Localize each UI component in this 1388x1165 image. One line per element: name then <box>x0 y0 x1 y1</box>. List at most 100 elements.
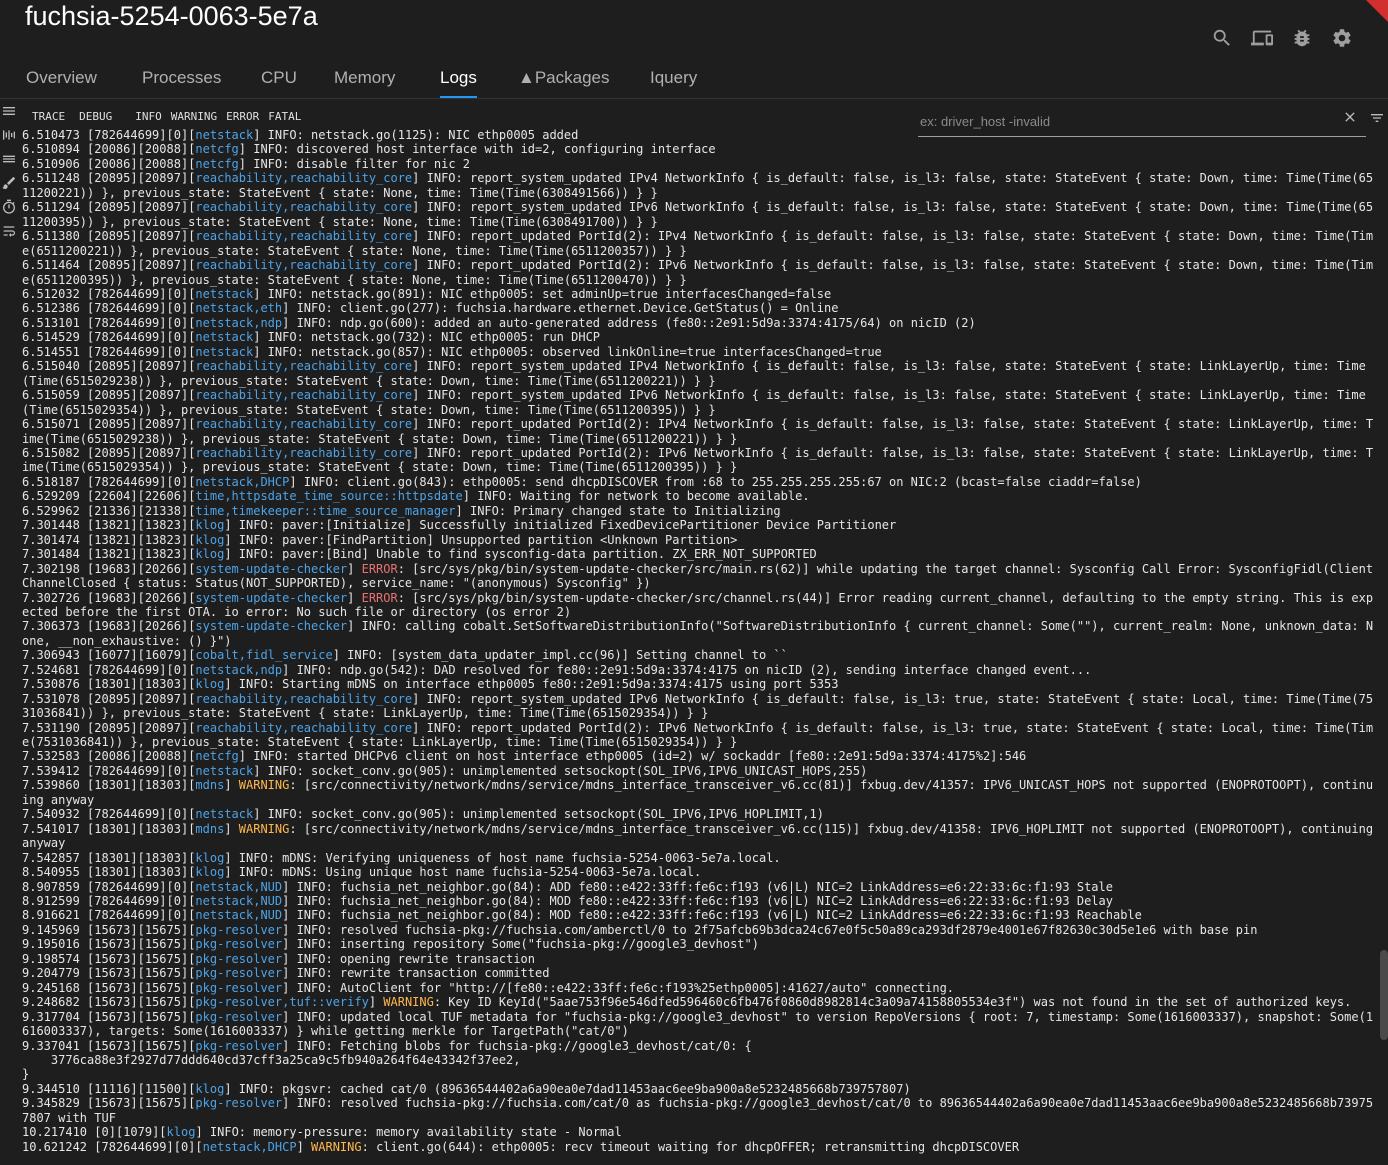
devices-icon[interactable] <box>1250 26 1274 50</box>
tab-overview[interactable]: Overview <box>26 60 97 98</box>
log-level: INFO <box>426 388 456 403</box>
log-tags: time,timekeeper::time_source_manager <box>195 503 456 518</box>
settings-icon[interactable] <box>1330 26 1354 50</box>
log-pid: [782644699][0] <box>87 763 189 778</box>
log-level: WARNING <box>383 995 434 1010</box>
log-pid: [782644699][0] <box>87 908 189 923</box>
log-line: 10.217410 [0][1079][klog] INFO: memory-p… <box>22 1125 622 1140</box>
log-pid: [782644699][0] <box>87 330 189 345</box>
log-tags: reachability,reachability_core <box>195 359 413 374</box>
log-message: client.go(843): ethp0005: send dhcpDISCO… <box>339 474 1142 489</box>
log-line: 7.301448 [13821][13823][klog] INFO: pave… <box>22 518 897 533</box>
tab-packages[interactable]: ▲Packages <box>518 60 610 98</box>
log-timestamp: 10.621242 <box>22 1139 88 1154</box>
log-message: [src/connectivity/network/mdns/service/m… <box>22 821 1374 851</box>
bug-icon[interactable] <box>1290 26 1314 50</box>
log-pid: [15673][15675] <box>87 1009 189 1024</box>
filter-list-icon[interactable] <box>1368 110 1386 126</box>
log-level: INFO <box>426 229 456 244</box>
log-timestamp: 7.531190 <box>22 720 80 735</box>
log-tags: netstack,DHCP <box>195 474 290 489</box>
log-level: INFO <box>267 128 297 142</box>
log-level: INFO <box>253 156 283 171</box>
log-level: INFO <box>267 286 297 301</box>
level-info[interactable]: INFO <box>135 110 162 123</box>
log-pid: [782644699][0] <box>94 1139 196 1154</box>
level-fatal[interactable]: FATAL <box>268 110 301 123</box>
log-line: 6.512386 [782644699][0][netstack,eth] IN… <box>22 301 839 316</box>
toolbar-icons <box>1210 26 1354 50</box>
tab-logs[interactable]: Logs <box>440 60 477 98</box>
log-line: 6.529962 [21336][21338][time,timekeeper:… <box>22 503 781 518</box>
tab-iquery[interactable]: Iquery <box>650 60 697 98</box>
search-icon[interactable] <box>1210 26 1234 50</box>
columns-icon[interactable] <box>0 124 18 146</box>
log-level: INFO <box>426 200 456 215</box>
log-level: INFO <box>303 474 333 489</box>
log-tags: pkg-resolver <box>195 937 283 952</box>
log-level: INFO <box>238 865 268 880</box>
log-level: INFO <box>469 503 499 518</box>
log-timestamp: 6.515082 <box>22 445 80 460</box>
log-level: INFO <box>238 532 268 547</box>
log-viewer[interactable]: 6.510473 [782644699][0][netstack] INFO: … <box>22 128 1377 1165</box>
close-icon[interactable] <box>1342 109 1360 127</box>
log-pid: [20895][20897] <box>87 691 189 706</box>
log-level: INFO <box>296 879 326 894</box>
level-warning[interactable]: WARNING <box>171 110 217 123</box>
log-line: 7.539412 [782644699][0][netstack] INFO: … <box>22 763 868 778</box>
log-pid: [18301][18303] <box>87 778 189 793</box>
log-line: 7.531078 [20895][20897][reachability,rea… <box>22 691 1374 721</box>
log-tags: time,httpsdate_time_source::httpsdate <box>195 489 463 504</box>
log-level: INFO <box>296 951 326 966</box>
log-pid: [15673][15675] <box>87 922 189 937</box>
log-level: INFO <box>296 315 326 330</box>
list-icon[interactable] <box>0 148 18 170</box>
menu-icon[interactable] <box>0 100 18 122</box>
log-tags: pkg-resolver <box>195 1096 283 1111</box>
log-line: 6.512032 [782644699][0][netstack] INFO: … <box>22 286 832 301</box>
log-message: netstack.go(857): NIC ethp0005: observed… <box>303 344 882 359</box>
log-line: 6.515071 [20895][20897][reachability,rea… <box>22 417 1374 446</box>
tab-memory[interactable]: Memory <box>334 60 395 98</box>
log-message: fuchsia_net_neighbor.go(84): ADD fe80::e… <box>332 879 1113 894</box>
log-timestamp: 7.542857 <box>22 850 80 865</box>
log-pid: [15673][15675] <box>87 951 189 966</box>
log-message: fuchsia_net_neighbor.go(84): MOD fe80::e… <box>332 894 1113 909</box>
log-level: INFO <box>238 677 268 692</box>
wrap-icon[interactable] <box>0 220 18 242</box>
level-error[interactable]: ERROR <box>226 110 259 123</box>
brush-icon[interactable] <box>0 172 18 194</box>
log-line: 9.345829 [15673][15675][pkg-resolver] IN… <box>22 1096 1374 1125</box>
log-pid: [15673][15675] <box>87 1038 189 1053</box>
log-timestamp: 6.529962 <box>22 503 80 518</box>
log-message: Primary changed state to Initializing <box>506 503 781 518</box>
log-message: rewrite transaction committed <box>332 966 550 981</box>
scrollbar-thumb[interactable] <box>1380 950 1388 1040</box>
log-pid: [20895][20897] <box>87 258 189 273</box>
log-line: 6.511380 [20895][20897][reachability,rea… <box>22 229 1374 258</box>
level-debug[interactable]: DEBUG <box>79 110 112 123</box>
log-tags: reachability,reachability_core <box>195 200 413 215</box>
log-line: 7.539860 [18301][18303][mdns] WARNING: [… <box>22 778 1374 807</box>
log-message: memory-pressure: memory availability sta… <box>246 1125 622 1140</box>
log-message: [system_data_updater_impl.cc(96)] Settin… <box>383 648 788 663</box>
log-message: ndp.go(542): DAD resolved for fe80::2e91… <box>332 662 1092 677</box>
tab-cpu[interactable]: CPU <box>261 60 297 98</box>
log-timestamp: 7.531078 <box>22 691 80 706</box>
log-timestamp: 9.145969 <box>22 922 80 937</box>
log-level: INFO <box>296 922 326 937</box>
timer-icon[interactable] <box>0 196 18 218</box>
log-tags: netcfg <box>195 142 239 157</box>
log-tags: netstack <box>195 344 254 359</box>
flask-icon: ▲ <box>518 68 535 87</box>
log-pid: [15673][15675] <box>87 995 189 1010</box>
tab-processes[interactable]: Processes <box>142 60 221 98</box>
level-trace[interactable]: TRACE <box>32 110 65 123</box>
log-line: 7.542857 [18301][18303][klog] INFO: mDNS… <box>22 850 781 865</box>
log-line: 9.195016 [15673][15675][pkg-resolver] IN… <box>22 937 759 952</box>
log-timestamp: 6.510894 <box>22 142 80 157</box>
log-tags: system-update-checker <box>195 561 348 576</box>
log-pid: [15673][15675] <box>87 966 189 981</box>
page-title: fuchsia-5254-0063-5e7a <box>25 1 318 31</box>
